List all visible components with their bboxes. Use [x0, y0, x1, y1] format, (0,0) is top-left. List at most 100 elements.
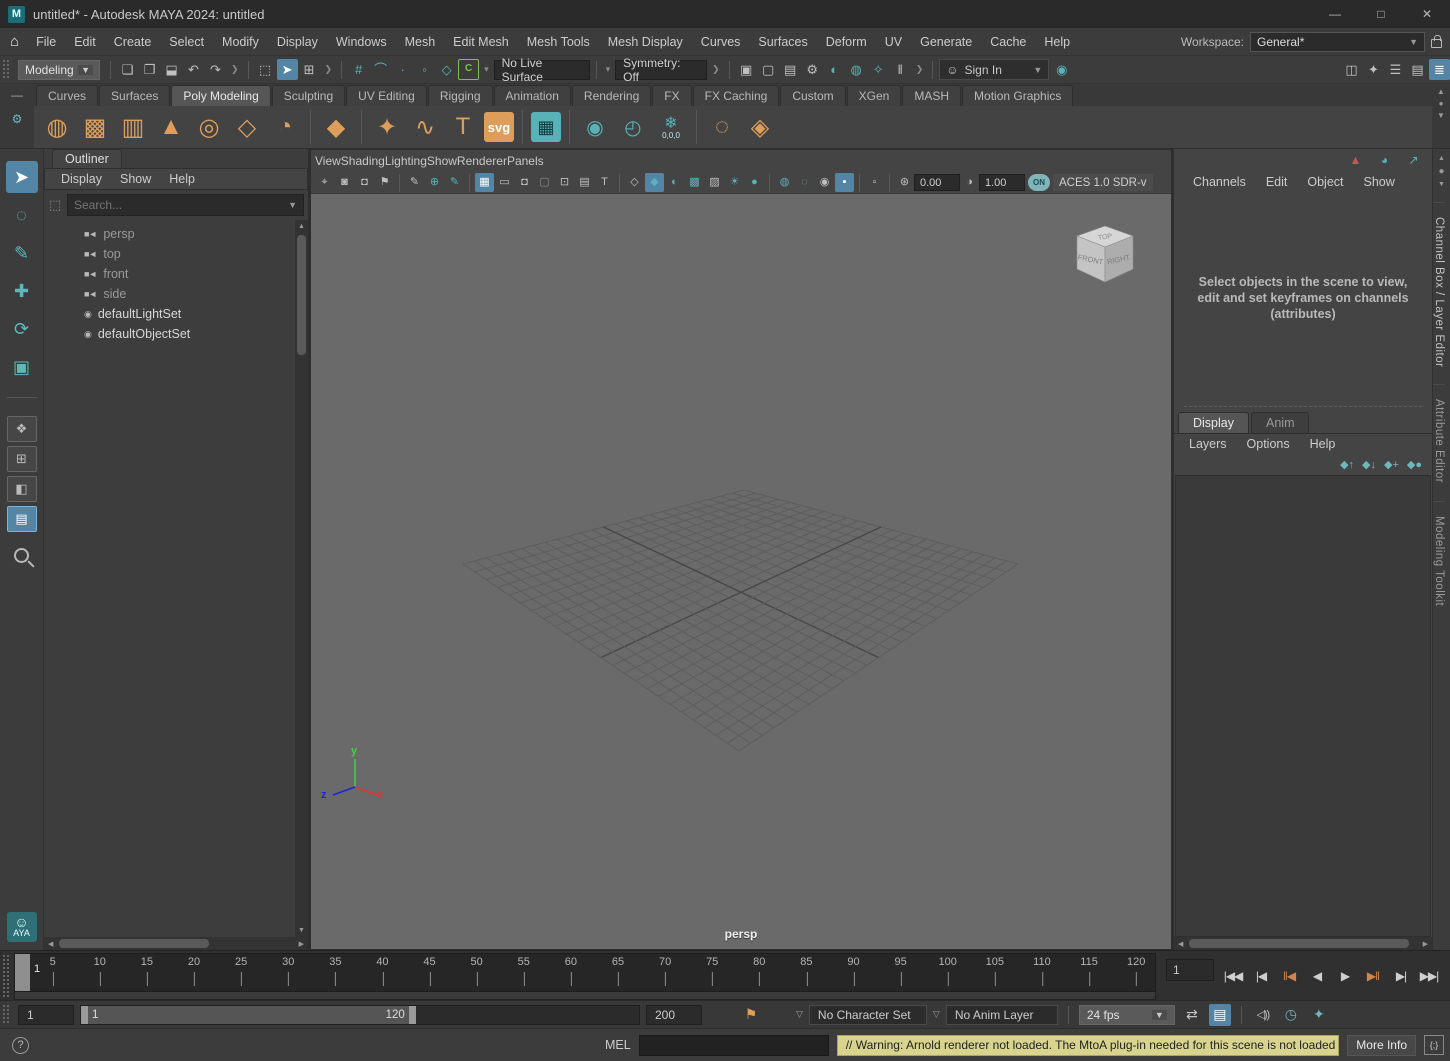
select-component-icon[interactable]: ⊞: [299, 59, 320, 80]
shelf-tab-rigging[interactable]: Rigging: [428, 85, 493, 106]
mirror-geometry-icon[interactable]: ◈: [743, 110, 777, 144]
curve-ribbon-icon[interactable]: ∿: [408, 110, 442, 144]
step-forward-frame-button[interactable]: ▶|: [1388, 963, 1414, 989]
textured-mode-icon[interactable]: ▩: [685, 173, 704, 192]
channel-menu-item[interactable]: Channels: [1184, 175, 1255, 189]
colorspace-label[interactable]: ACES 1.0 SDR-v: [1053, 174, 1153, 191]
undo-icon[interactable]: ↶: [183, 59, 204, 80]
shelf-tab-custom[interactable]: Custom: [780, 85, 845, 106]
dot-icon[interactable]: ●: [1438, 166, 1444, 177]
platonic-solid-icon[interactable]: ◆: [319, 110, 353, 144]
scroll-down-icon[interactable]: ▼: [1438, 181, 1445, 188]
group-fold-icon[interactable]: ❯: [231, 64, 239, 75]
outliner-item-defaultLightSet[interactable]: ◉defaultLightSet: [44, 304, 308, 324]
layer-menu-item[interactable]: Help: [1301, 437, 1345, 451]
channel-menu-item[interactable]: Show: [1355, 175, 1404, 189]
menu-item[interactable]: Windows: [327, 28, 396, 56]
exposure-field[interactable]: 0.00: [914, 174, 960, 191]
grease-pencil-icon[interactable]: ✎: [405, 173, 424, 192]
menu-item[interactable]: File: [27, 28, 65, 56]
menu-item[interactable]: Modify: [213, 28, 268, 56]
lasso-select-tool[interactable]: ◌: [6, 199, 38, 231]
menu-item[interactable]: Mesh Tools: [518, 28, 599, 56]
shelf-tab-uv-editing[interactable]: UV Editing: [346, 85, 427, 106]
sweep-mesh-icon[interactable]: ✦: [370, 110, 404, 144]
scroll-left-icon[interactable]: ◀: [44, 940, 57, 948]
camera-lock-icon[interactable]: ◙: [335, 173, 354, 192]
animation-end-field[interactable]: 200: [646, 1005, 702, 1025]
scrollbar-thumb[interactable]: [1189, 939, 1409, 948]
chevron-down-icon[interactable]: ▾: [484, 64, 489, 75]
graph-icon[interactable]: ↗: [1403, 150, 1424, 171]
gamma-icon[interactable]: ◑: [960, 173, 979, 192]
anim-layer-select[interactable]: No Anim Layer: [946, 1005, 1058, 1025]
maximize-button[interactable]: □: [1358, 0, 1404, 28]
gate-mask-icon[interactable]: ▢: [535, 173, 554, 192]
menu-item[interactable]: Mesh Display: [599, 28, 692, 56]
menu-item[interactable]: Select: [160, 28, 213, 56]
shelf-tab-poly-modeling[interactable]: Poly Modeling: [171, 85, 270, 106]
shadows-toggle-icon[interactable]: ●: [745, 173, 764, 192]
channel-menu-item[interactable]: Edit: [1257, 175, 1297, 189]
workspace-stack-icon[interactable]: ≣: [1429, 59, 1450, 80]
range-slider-track[interactable]: 1 120: [80, 1005, 640, 1025]
sync-clock-icon[interactable]: ◷: [1280, 1004, 1302, 1026]
step-back-frame-button[interactable]: |◀: [1248, 963, 1274, 989]
outliner-item-top[interactable]: ■◄top: [44, 244, 308, 264]
camera-track-icon[interactable]: ⌖: [315, 173, 334, 192]
close-button[interactable]: ✕: [1404, 0, 1450, 28]
snap-to-projected-center-icon[interactable]: ◦: [414, 59, 435, 80]
more-info-button[interactable]: More Info: [1347, 1035, 1416, 1056]
chevron-down-icon[interactable]: ▽: [933, 1009, 940, 1020]
shelf-scroll-down-icon[interactable]: ▼: [1437, 111, 1445, 120]
shelf-scroll-up-icon[interactable]: ▲: [1437, 87, 1445, 96]
horizontal-scrollbar[interactable]: ◀ ▶: [1174, 937, 1432, 950]
shelf-tab-animation[interactable]: Animation: [494, 85, 571, 106]
resolution-gate-icon[interactable]: ◘: [515, 173, 534, 192]
move-tool[interactable]: ✚: [6, 275, 38, 307]
lock-icon[interactable]: [1431, 39, 1442, 48]
search-magnifier-icon[interactable]: [14, 548, 29, 563]
tab-anim[interactable]: Anim: [1251, 412, 1309, 433]
render-settings-icon[interactable]: ⚙: [802, 59, 823, 80]
uv-grid-window-icon[interactable]: ▦: [531, 112, 561, 142]
snap-to-grid-icon[interactable]: #: [348, 59, 369, 80]
safe-action-icon[interactable]: ⊡: [555, 173, 574, 192]
range-end-handle[interactable]: [409, 1006, 416, 1024]
poly-cone-icon[interactable]: ▲: [154, 110, 188, 144]
viewport-menu-item[interactable]: Shading: [341, 154, 385, 168]
camera-attributes-icon[interactable]: ◘: [355, 173, 374, 192]
scroll-up-icon[interactable]: ▲: [298, 220, 305, 233]
menu-item[interactable]: Help: [1035, 28, 1079, 56]
go-to-end-button[interactable]: ▶▶|: [1416, 963, 1442, 989]
shelf-tab-fx-caching[interactable]: FX Caching: [693, 85, 780, 106]
menu-item[interactable]: Deform: [817, 28, 876, 56]
select-box-icon[interactable]: ⬚: [46, 197, 64, 213]
menu-item[interactable]: Create: [105, 28, 161, 56]
scale-tool[interactable]: ▣: [6, 351, 38, 383]
outliner-tab[interactable]: Outliner: [52, 149, 122, 168]
viewport-menu-item[interactable]: Show: [427, 154, 457, 168]
view-cube[interactable]: TOP FRONT RIGHT: [1067, 220, 1143, 298]
input-connections-icon[interactable]: C: [458, 59, 479, 80]
select-object-icon[interactable]: ➤: [277, 59, 298, 80]
film-gate-icon[interactable]: ▭: [495, 173, 514, 192]
paint-select-tool[interactable]: ✎: [6, 237, 38, 269]
group-fold-icon[interactable]: ❯: [916, 64, 924, 75]
anti-alias-icon[interactable]: ◉: [815, 173, 834, 192]
redo-icon[interactable]: ↷: [205, 59, 226, 80]
snap-to-point-icon[interactable]: ∙: [392, 59, 413, 80]
bookmark-icon[interactable]: ⚑: [375, 173, 394, 192]
command-input-wrap[interactable]: [639, 1035, 829, 1056]
shelf-tab-surfaces[interactable]: Surfaces: [99, 85, 170, 106]
group-fold-icon[interactable]: ❯: [325, 64, 333, 75]
smooth-shade-icon[interactable]: ◆: [645, 173, 664, 192]
ipr-render-icon[interactable]: ▤: [780, 59, 801, 80]
animation-start-field[interactable]: 1: [18, 1005, 74, 1025]
viewport-menu-item[interactable]: Lighting: [385, 154, 427, 168]
lights-toggle-icon[interactable]: ☀: [725, 173, 744, 192]
scroll-right-icon[interactable]: ▶: [1419, 940, 1432, 948]
play-forward-button[interactable]: ▶: [1332, 963, 1358, 989]
poly-cylinder-icon[interactable]: ▥: [116, 110, 150, 144]
menu-item[interactable]: Curves: [692, 28, 750, 56]
